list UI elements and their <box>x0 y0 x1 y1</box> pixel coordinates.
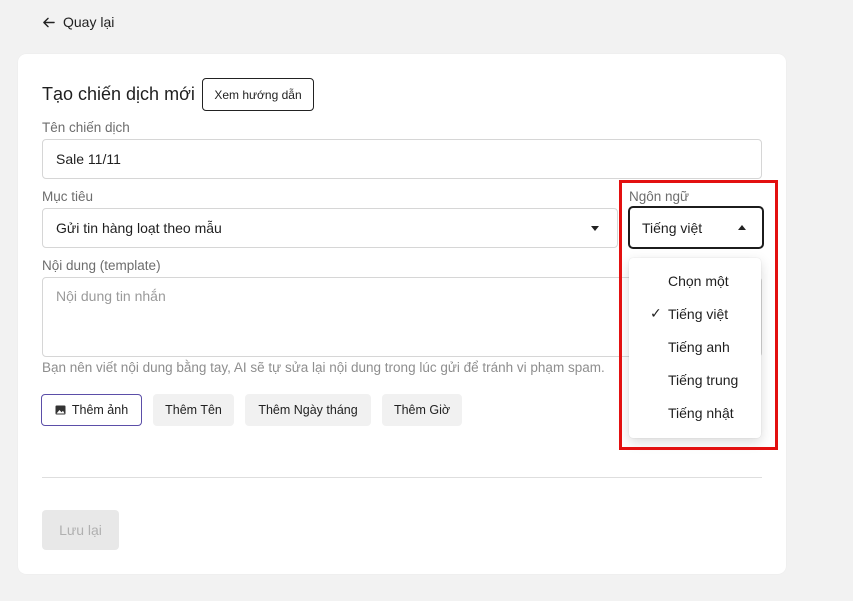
language-value: Tiếng việt <box>642 219 703 236</box>
check-icon: ✓ <box>650 305 662 321</box>
content-helper-text: Bạn nên viết nội dung bằng tay, AI sẽ tự… <box>42 360 605 375</box>
language-option-label: Chọn một <box>668 272 729 289</box>
language-dropdown-menu: Chọn một ✓ Tiếng việt Tiếng anh Tiếng tr… <box>629 258 761 438</box>
goal-label: Mục tiêu <box>42 189 94 204</box>
add-name-button[interactable]: Thêm Tên <box>153 394 234 426</box>
campaign-name-value: Sale 11/11 <box>56 151 121 167</box>
guide-button[interactable]: Xem hướng dẫn <box>202 78 314 111</box>
language-label: Ngôn ngữ <box>629 189 690 204</box>
content-placeholder: Nội dung tin nhắn <box>56 288 166 304</box>
add-time-label: Thêm Giờ <box>393 403 451 417</box>
divider <box>42 477 762 478</box>
goal-value: Gửi tin hàng loạt theo mẫu <box>56 220 222 236</box>
back-link[interactable]: Quay lại <box>42 12 114 32</box>
add-name-label: Thêm Tên <box>165 403 222 417</box>
language-option-label: Tiếng anh <box>668 338 730 355</box>
add-date-label: Thêm Ngày tháng <box>258 403 358 417</box>
content-label: Nội dung (template) <box>42 258 161 273</box>
campaign-name-label: Tên chiến dịch <box>42 120 130 135</box>
image-icon <box>55 405 66 415</box>
campaign-name-input[interactable]: Sale 11/11 <box>42 139 762 179</box>
language-option-vietnamese[interactable]: ✓ Tiếng việt <box>629 297 761 330</box>
caret-down-icon <box>591 226 599 231</box>
caret-up-icon <box>738 224 746 230</box>
language-select[interactable]: Tiếng việt <box>628 206 764 249</box>
add-time-button[interactable]: Thêm Giờ <box>382 394 462 426</box>
add-image-button[interactable]: Thêm ảnh <box>41 394 142 426</box>
language-option-english[interactable]: Tiếng anh <box>629 330 761 363</box>
goal-select[interactable]: Gửi tin hàng loạt theo mẫu <box>42 208 618 248</box>
language-option-label: Tiếng việt <box>668 305 729 322</box>
language-option-choose[interactable]: Chọn một <box>629 264 761 297</box>
language-option-label: Tiếng nhật <box>668 404 734 421</box>
language-option-chinese[interactable]: Tiếng trung <box>629 363 761 396</box>
add-image-label: Thêm ảnh <box>71 403 129 417</box>
language-option-japanese[interactable]: Tiếng nhật <box>629 396 761 429</box>
add-date-button[interactable]: Thêm Ngày tháng <box>245 394 371 426</box>
back-label: Quay lại <box>63 14 115 30</box>
save-button[interactable]: Lưu lại <box>42 510 119 550</box>
page-title: Tạo chiến dịch mới <box>42 84 195 104</box>
arrow-left-icon <box>43 17 55 27</box>
language-option-label: Tiếng trung <box>668 371 739 388</box>
